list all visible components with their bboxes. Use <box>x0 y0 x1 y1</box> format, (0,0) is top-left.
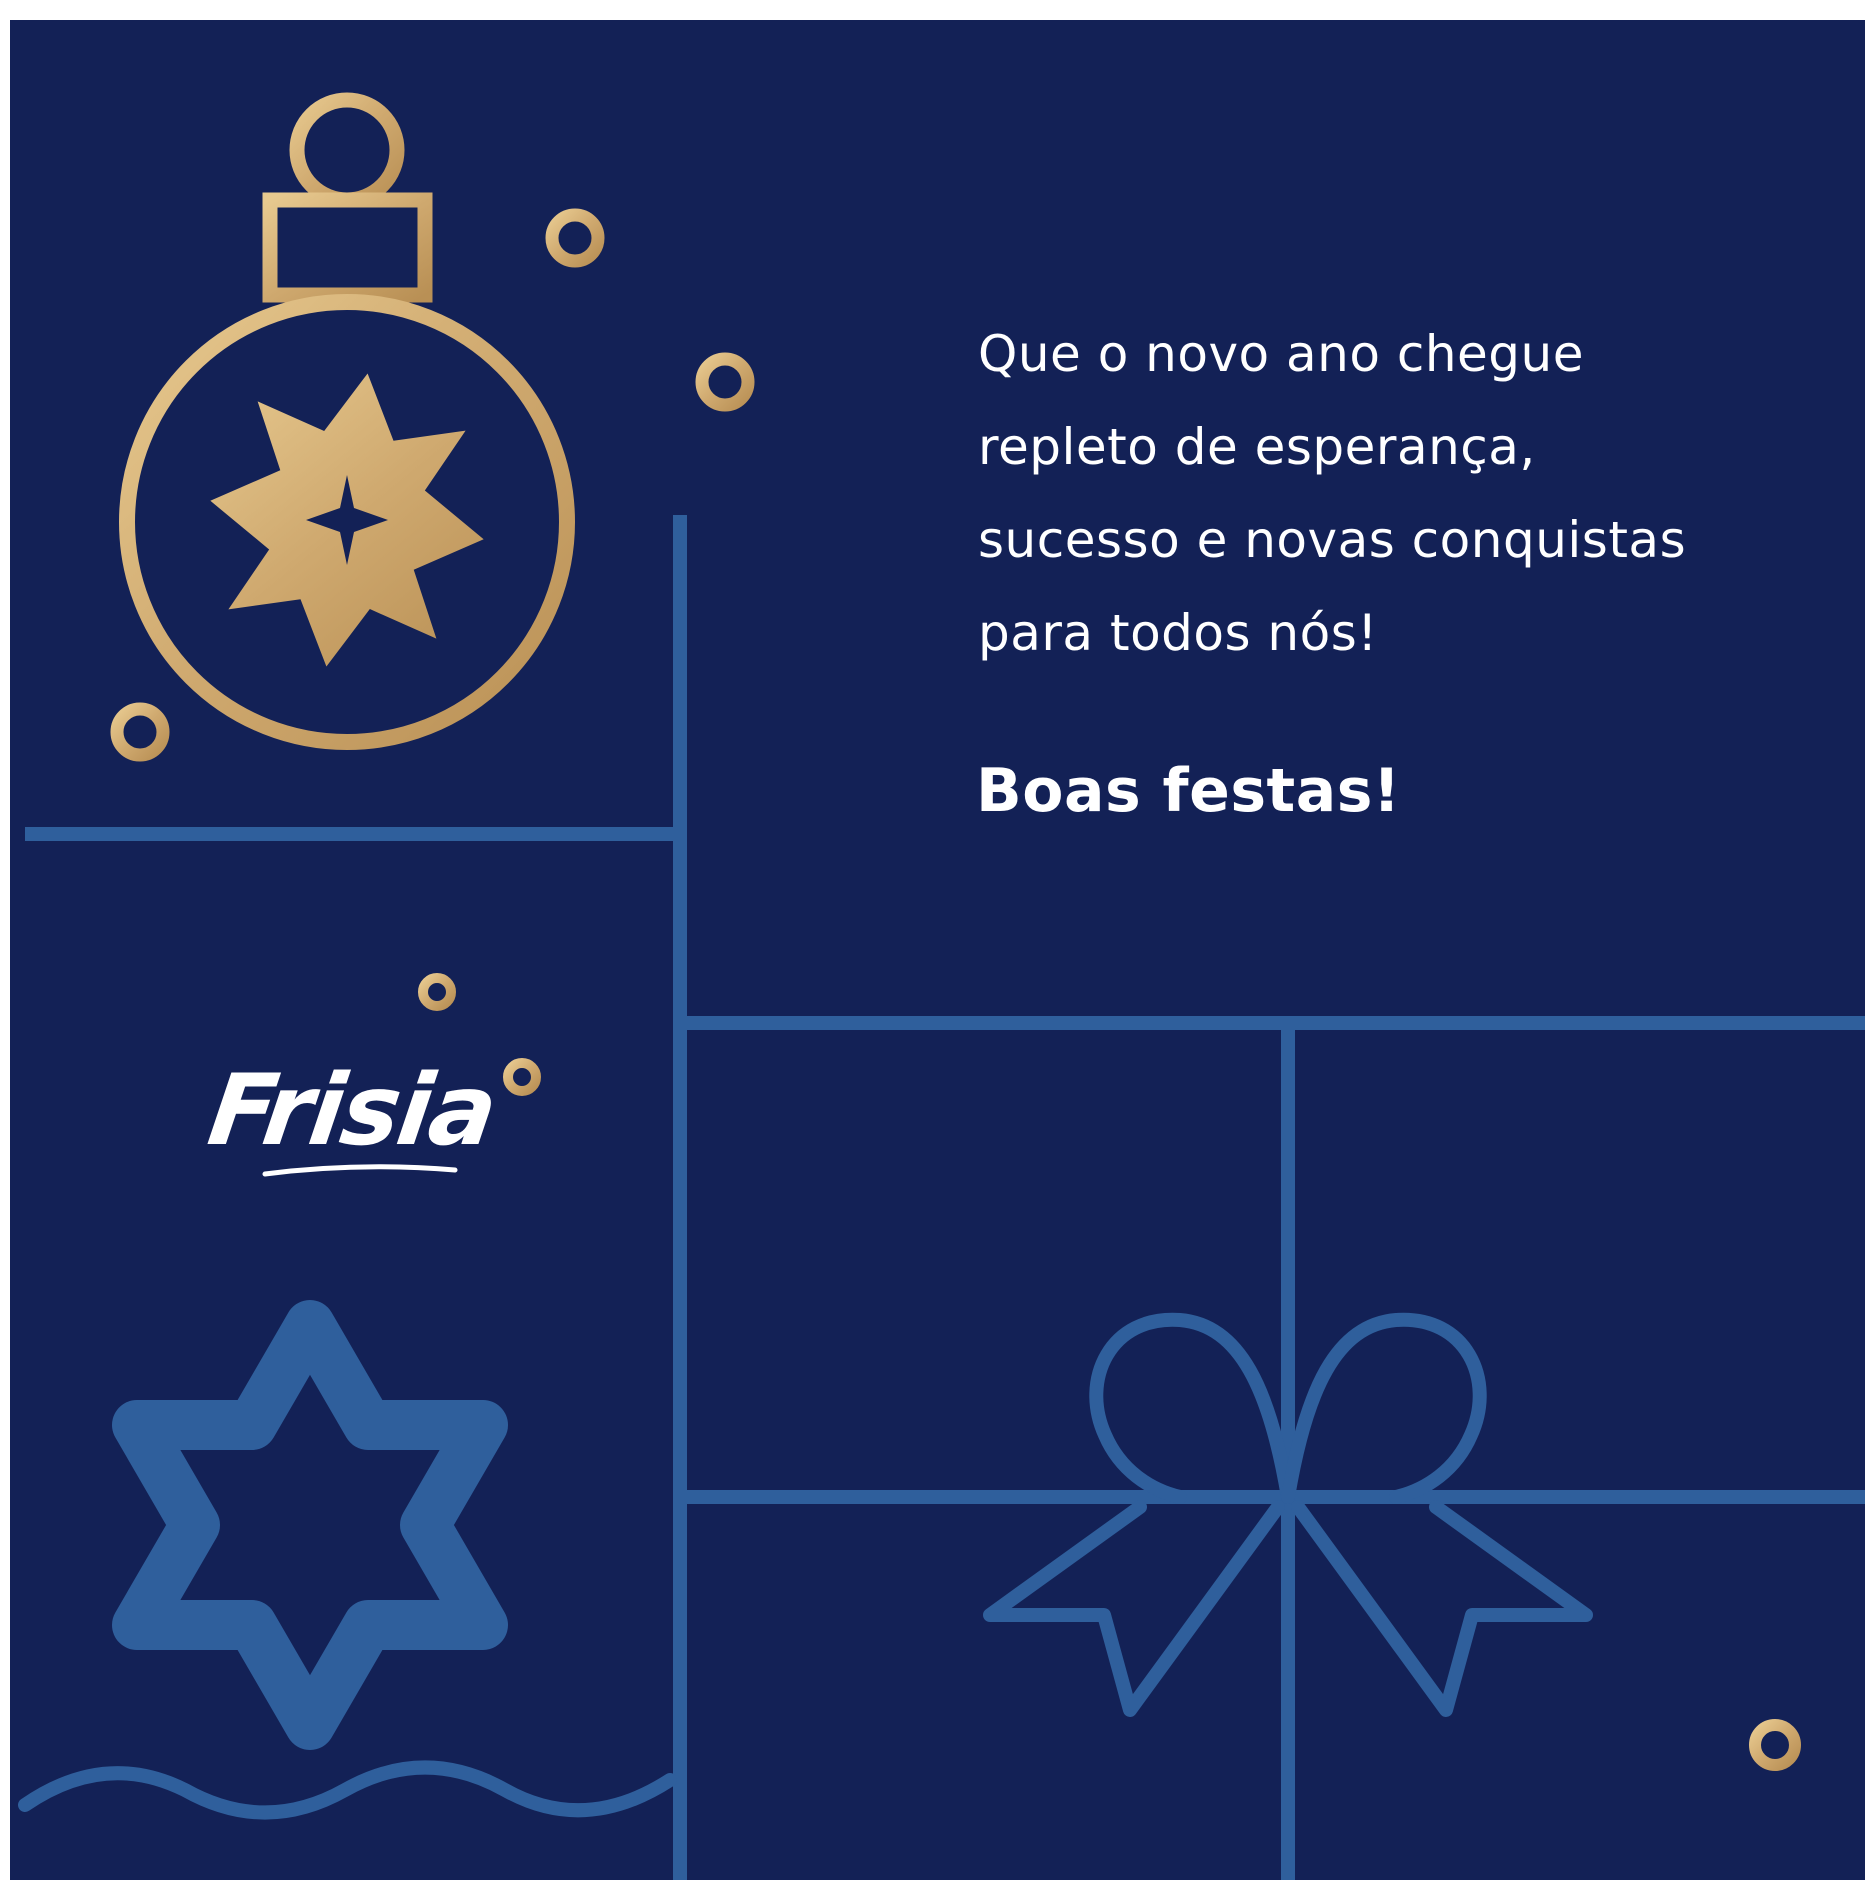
ring-icon <box>418 973 456 1011</box>
holiday-card: Que o novo ano chegue repleto de esperan… <box>10 20 1865 1880</box>
bow-tail-right <box>1291 1500 1593 1717</box>
ornament-icon <box>119 92 575 750</box>
logo-swoosh <box>262 1164 458 1177</box>
greeting-title: Boas festas! <box>976 756 1401 826</box>
message-line: Que o novo ano chegue <box>978 325 1584 383</box>
bow-loop-right <box>1281 1312 1487 1504</box>
bow-tail-left <box>983 1500 1285 1717</box>
frisia-logo: Frisia <box>200 1054 502 1194</box>
decoration-layer <box>18 92 1865 1880</box>
ring-icon <box>1749 1719 1801 1771</box>
holiday-message: Que o novo ano chegue repleto de esperan… <box>978 308 1818 680</box>
bow-loop-left <box>1089 1312 1295 1504</box>
ornament-hook <box>289 92 405 208</box>
ring-icon <box>695 352 755 412</box>
message-line: sucesso e novas conquistas <box>978 511 1687 569</box>
logo-text: Frisia <box>201 1054 503 1168</box>
ornament-cap <box>262 192 433 303</box>
ring-icon <box>503 1058 541 1096</box>
wave-icon <box>18 1760 677 1820</box>
star-icon <box>112 1300 508 1750</box>
ring-icon <box>110 702 170 762</box>
ring-icon <box>545 208 605 268</box>
message-line: para todos nós! <box>978 604 1378 662</box>
message-line: repleto de esperança, <box>978 418 1536 476</box>
